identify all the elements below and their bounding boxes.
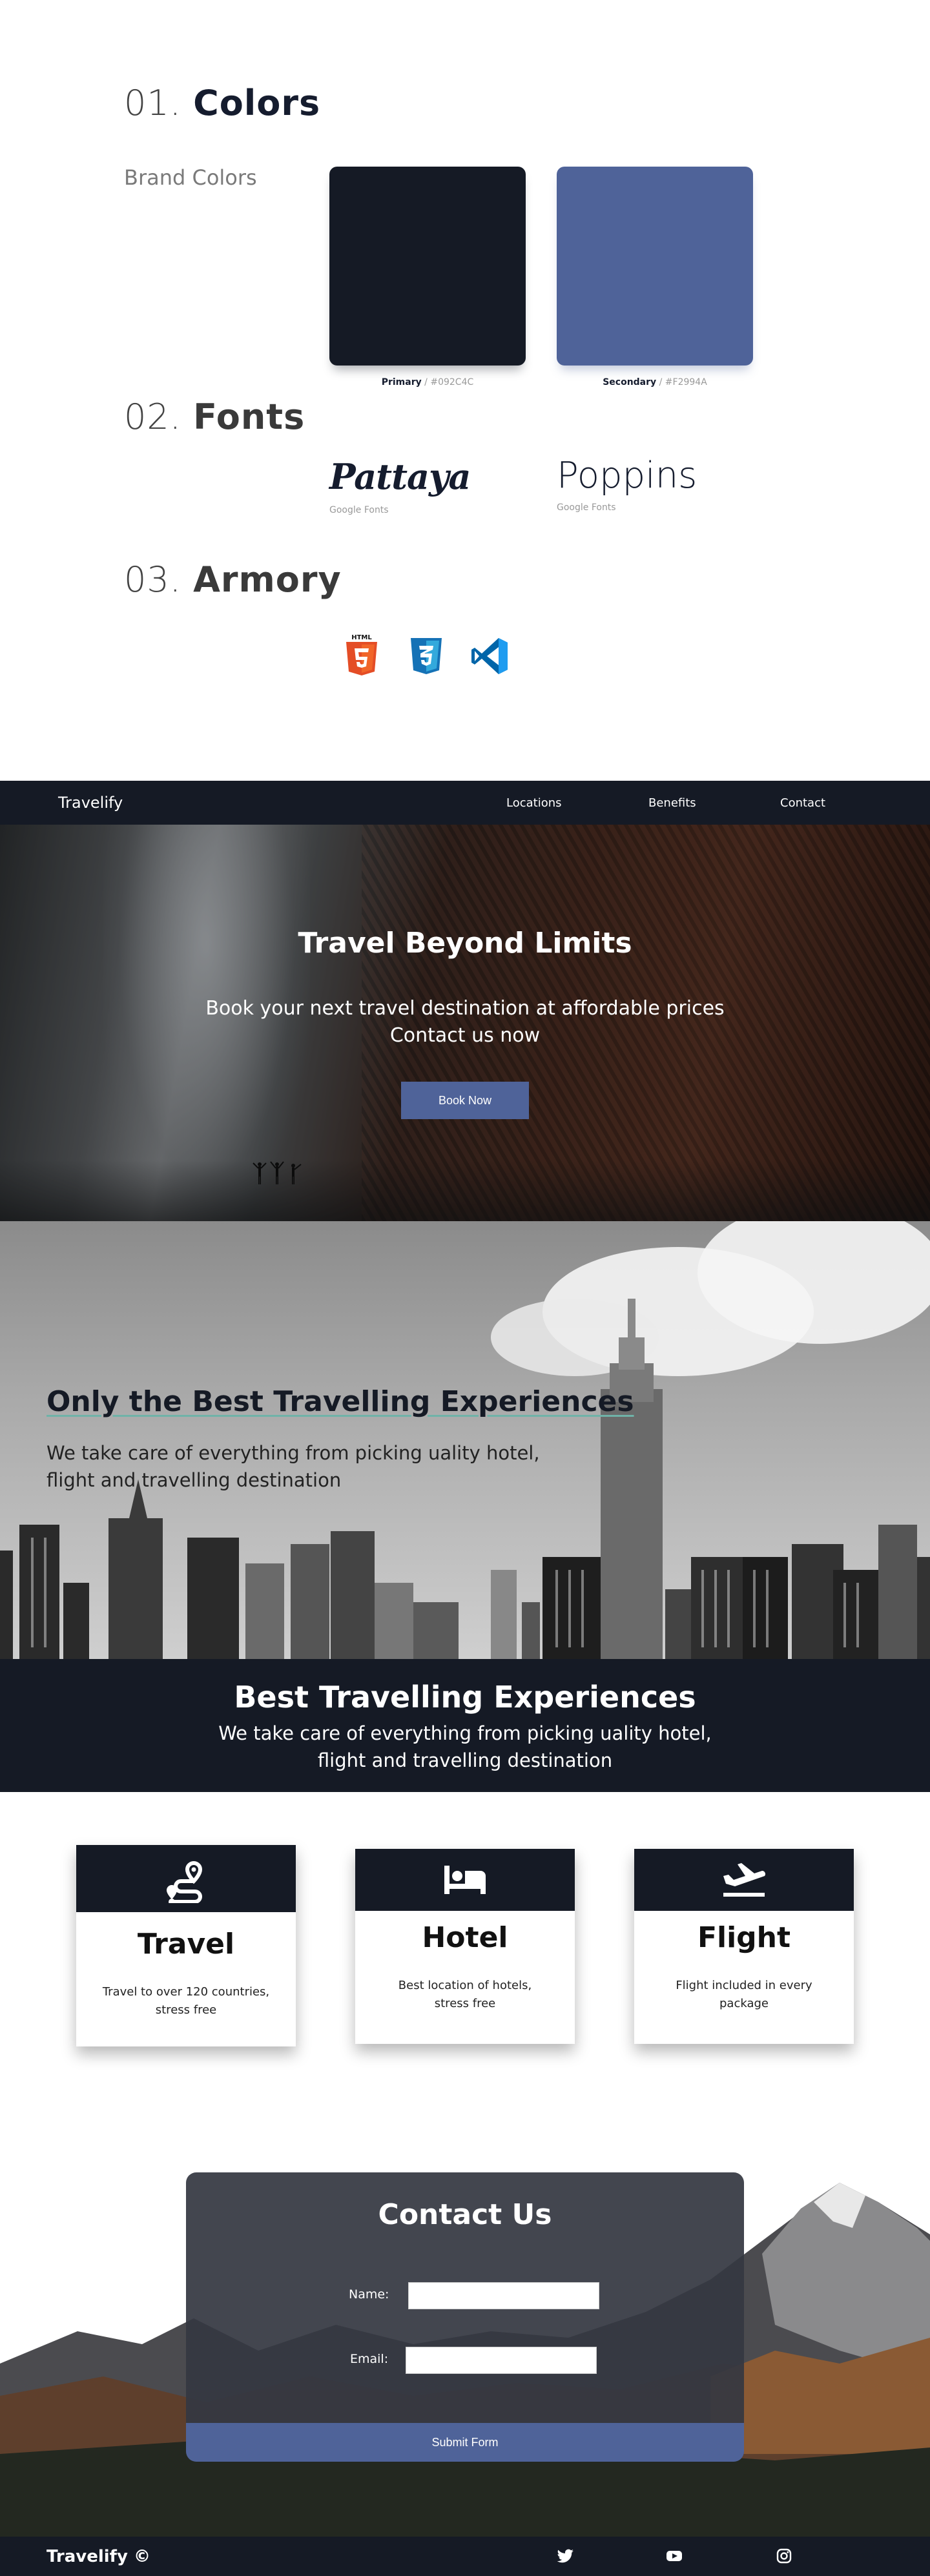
section-number: 01. <box>124 83 181 123</box>
feature-card-travel: Travel Travel to over 120 countries, str… <box>76 1845 296 2046</box>
city-section: Only the Best Travelling Experiences We … <box>0 1221 930 1659</box>
card-text: Best location of hotels, stress free <box>398 1979 532 2010</box>
email-label: Email: <box>350 2352 389 2366</box>
card-text: Flight included in every package <box>676 1979 812 2010</box>
brand-colors-label: Brand Colors <box>124 165 257 190</box>
nav-link-benefits[interactable]: Benefits <box>648 796 696 810</box>
footer-brand: Travelify © <box>46 2547 150 2566</box>
feature-card-flight: Flight Flight included in every package <box>634 1849 854 2044</box>
plane-icon <box>723 1863 765 1897</box>
band-subtitle: We take care of everything from picking … <box>0 1720 930 1774</box>
twitter-icon[interactable] <box>557 2547 575 2565</box>
instagram-icon[interactable] <box>775 2547 793 2565</box>
section-heading-colors: 01. Colors <box>124 83 320 123</box>
city-subtitle: We take care of everything from picking … <box>46 1439 563 1494</box>
card-header <box>76 1845 296 1912</box>
feature-card-hotel: Hotel Best location of hotels, stress fr… <box>355 1849 575 2044</box>
font-sample-poppins: Poppins <box>557 455 698 497</box>
hero-subtitle-line: Book your next travel destination at aff… <box>205 997 725 1020</box>
experiences-band: Best Travelling Experiences We take care… <box>0 1659 930 1792</box>
primary-color-swatch <box>329 167 526 366</box>
card-title: Travel <box>137 1928 235 1961</box>
band-subtitle-line: flight and travelling destination <box>317 1749 613 1771</box>
color-name: Secondary <box>603 377 657 387</box>
hero-section: Travel Beyond Limits Book your next trav… <box>0 825 930 1221</box>
caption-separator: / <box>421 377 431 387</box>
section-number: 03. <box>124 559 181 600</box>
band-title: Best Travelling Experiences <box>234 1680 696 1715</box>
card-title: Hotel <box>422 1921 508 1954</box>
book-now-button[interactable]: Book Now <box>401 1082 529 1119</box>
primary-color-caption: Primary / #092C4C <box>329 377 526 387</box>
card-text: Travel to over 120 countries, stress fre… <box>102 1985 270 2017</box>
city-subtitle-line: We take care of everything from picking … <box>46 1442 540 1464</box>
site-logo[interactable]: Travelify <box>58 794 123 812</box>
section-title: Fonts <box>193 397 305 437</box>
section-heading-fonts: 02. Fonts <box>124 397 305 437</box>
name-input[interactable] <box>408 2282 599 2309</box>
section-heading-armory: 03. Armory <box>124 559 342 600</box>
bed-icon <box>444 1866 486 1894</box>
section-number: 02. <box>124 397 181 437</box>
color-hex: #F2994A <box>665 377 707 387</box>
email-input[interactable] <box>406 2347 597 2374</box>
contact-form-panel: Contact Us Name: Email: Submit Form <box>186 2172 744 2462</box>
hero-title: Travel Beyond Limits <box>298 927 632 960</box>
hero-subtitle: Book your next travel destination at aff… <box>0 995 930 1049</box>
vscode-icon <box>471 638 508 674</box>
card-title: Flight <box>697 1921 791 1954</box>
site-footer: Travelify © <box>0 2537 930 2576</box>
nav-link-locations[interactable]: Locations <box>506 796 562 810</box>
color-name: Primary <box>381 377 422 387</box>
section-title: Colors <box>193 83 321 123</box>
secondary-color-caption: Secondary / #F2994A <box>557 377 753 387</box>
hero-subtitle-line: Contact us now <box>389 1024 541 1047</box>
section-title: Armory <box>193 559 342 600</box>
city-subtitle-line: flight and travelling destination <box>46 1469 342 1491</box>
submit-form-button[interactable]: Submit Form <box>186 2423 744 2462</box>
nav-link-contact[interactable]: Contact <box>780 796 825 810</box>
top-navbar: Travelify Locations Benefits Contact <box>0 781 930 825</box>
band-subtitle-line: We take care of everything from picking … <box>218 1722 712 1744</box>
font-source: Google Fonts <box>329 505 389 515</box>
name-label: Name: <box>349 2287 389 2302</box>
font-source: Google Fonts <box>557 502 616 513</box>
youtube-icon[interactable] <box>665 2547 683 2565</box>
contact-title: Contact Us <box>378 2198 552 2231</box>
font-sample-pattaya: Pattaya <box>329 456 471 497</box>
card-header <box>355 1849 575 1911</box>
card-header <box>634 1849 854 1911</box>
city-title: Only the Best Travelling Experiences <box>46 1385 634 1418</box>
secondary-color-swatch <box>557 167 753 366</box>
html5-icon: HTML <box>346 634 377 675</box>
caption-separator: / <box>656 377 665 387</box>
route-icon <box>167 1860 203 1903</box>
svg-text:HTML: HTML <box>351 634 372 641</box>
css3-icon <box>411 638 442 674</box>
color-hex: #092C4C <box>430 377 474 387</box>
